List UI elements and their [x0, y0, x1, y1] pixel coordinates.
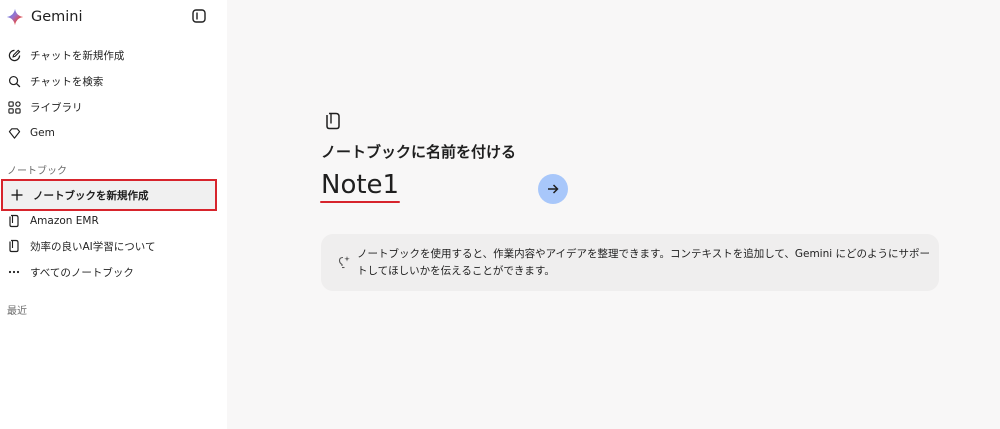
search-icon	[7, 74, 21, 88]
notebook-icon	[7, 214, 21, 228]
main-content: ノートブックに名前を付ける ノートブックを使用すると、作業内容やアイデアを整理で…	[227, 0, 1000, 429]
edit-icon	[7, 48, 21, 62]
all-notebooks-button[interactable]: すべてのノートブック	[0, 259, 227, 285]
info-box: ノートブックを使用すると、作業内容やアイデアを整理できます。コンテキストを追加し…	[321, 234, 939, 291]
name-underline	[320, 201, 400, 203]
submit-button[interactable]	[538, 174, 568, 204]
gem-icon	[7, 126, 21, 140]
toggle-sidebar-button[interactable]	[191, 8, 207, 24]
more-icon	[7, 265, 21, 279]
notebook-icon	[326, 112, 340, 130]
info-text: ノートブックを使用すると、作業内容やアイデアを整理できます。コンテキストを追加し…	[357, 248, 930, 277]
gem-label: Gem	[30, 127, 55, 139]
new-chat-label: チャットを新規作成	[30, 49, 125, 62]
new-chat-button[interactable]: チャットを新規作成	[0, 42, 227, 68]
arrow-right-icon	[548, 184, 559, 194]
recent-section-title: 最近	[7, 306, 27, 317]
search-chats-button[interactable]: チャットを検索	[0, 68, 227, 94]
new-notebook-button[interactable]: ノートブックを新規作成	[1, 179, 217, 211]
page-title: ノートブックに名前を付ける	[321, 143, 517, 161]
lightbulb-sparkle-icon	[338, 256, 350, 269]
notebook-item-label: Amazon EMR	[30, 215, 99, 227]
plus-icon	[10, 188, 24, 202]
notebook-section-title: ノートブック	[7, 166, 67, 177]
notebook-item-ai-learning[interactable]: 効率の良いAI学習について	[0, 233, 227, 259]
library-label: ライブラリ	[30, 101, 83, 114]
all-notebooks-label: すべてのノートブック	[30, 266, 134, 279]
notebook-item-amazon-emr[interactable]: Amazon EMR	[0, 208, 227, 234]
search-chats-label: チャットを検索	[30, 75, 104, 88]
library-button[interactable]: ライブラリ	[0, 94, 227, 120]
gem-button[interactable]: Gem	[0, 120, 227, 146]
notebook-item-label: 効率の良いAI学習について	[30, 240, 156, 253]
notebook-icon	[7, 239, 21, 253]
brand[interactable]: Gemini	[6, 6, 83, 28]
gemini-logo-icon	[6, 8, 24, 26]
notebook-name-input[interactable]	[321, 168, 521, 202]
app-title: Gemini	[31, 9, 83, 25]
library-icon	[7, 100, 21, 114]
new-notebook-label: ノートブックを新規作成	[33, 189, 149, 202]
sidebar: Gemini チャットを新規作成 チャットを検索 ライブラリ Gem ノートブッ…	[0, 0, 227, 429]
sidebar-toggle-icon	[192, 9, 206, 23]
